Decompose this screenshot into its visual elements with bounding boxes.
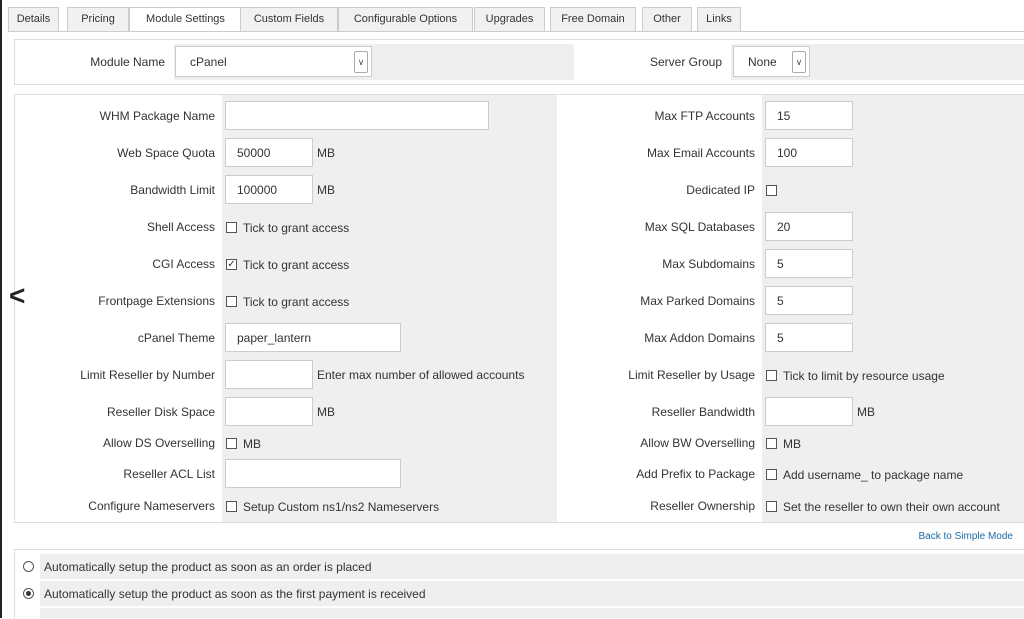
dedicated-ip-label: Dedicated IP — [686, 183, 755, 197]
shell-access-label: Shell Access — [146, 220, 215, 234]
configure-nameservers-text: Setup Custom ns1/ns2 Nameservers — [243, 500, 440, 514]
cgi-access-label: CGI Access — [152, 257, 215, 271]
setup-option-row — [40, 608, 1024, 618]
reseller-bandwidth-input[interactable] — [765, 397, 853, 426]
frontpage-extensions-label: Frontpage Extensions — [98, 294, 215, 308]
allow-bw-overselling-text: MB — [783, 437, 801, 451]
chevron-down-icon: ∨ — [792, 51, 806, 73]
setup-on-payment-radio[interactable] — [23, 588, 34, 599]
module-name-select[interactable]: cPanel ∨ — [175, 46, 372, 77]
chevron-down-icon: ∨ — [354, 51, 368, 73]
shell-access-text: Tick to grant access — [243, 221, 350, 235]
setup-on-payment-label: Automatically setup the product as soon … — [44, 587, 426, 601]
reseller-disk-space-label: Reseller Disk Space — [106, 405, 215, 419]
allow-ds-overselling-label: Allow DS Overselling — [102, 436, 215, 450]
limit-reseller-usage-checkbox[interactable] — [766, 370, 777, 381]
tab-bar: Details Pricing Module Settings Custom F… — [8, 7, 1024, 32]
dedicated-ip-checkbox[interactable] — [766, 185, 777, 196]
max-parked-domains-label: Max Parked Domains — [640, 294, 755, 308]
reseller-bandwidth-unit: MB — [857, 405, 875, 419]
max-email-accounts-input[interactable] — [765, 138, 853, 167]
tab-configurable-options[interactable]: Configurable Options — [338, 7, 473, 31]
web-space-quota-unit: MB — [317, 146, 335, 160]
cgi-access-checkbox[interactable]: ✓ — [226, 259, 237, 270]
server-group-value: None — [748, 55, 777, 69]
reseller-ownership-label: Reseller Ownership — [650, 499, 755, 513]
frontpage-extensions-text: Tick to grant access — [243, 295, 350, 309]
web-space-quota-label: Web Space Quota — [117, 146, 215, 160]
configure-nameservers-checkbox[interactable] — [226, 501, 237, 512]
bandwidth-limit-unit: MB — [317, 183, 335, 197]
reseller-ownership-checkbox[interactable] — [766, 501, 777, 512]
window-edge — [0, 0, 2, 618]
module-name-value: cPanel — [190, 55, 227, 69]
back-to-simple-mode-link[interactable]: Back to Simple Mode — [919, 531, 1014, 542]
max-subdomains-label: Max Subdomains — [662, 257, 755, 271]
reseller-acl-list-input[interactable] — [225, 459, 401, 488]
max-parked-domains-input[interactable] — [765, 286, 853, 315]
radio-selected-dot — [26, 591, 31, 596]
whm-package-name-input[interactable] — [225, 101, 489, 130]
limit-reseller-usage-label: Limit Reseller by Usage — [628, 368, 755, 382]
tab-custom-fields[interactable]: Custom Fields — [240, 7, 338, 31]
max-subdomains-input[interactable] — [765, 249, 853, 278]
whm-package-name-label: WHM Package Name — [99, 109, 215, 123]
max-addon-domains-input[interactable] — [765, 323, 853, 352]
tab-other[interactable]: Other — [642, 7, 692, 31]
limit-reseller-number-label: Limit Reseller by Number — [80, 368, 215, 382]
max-sql-databases-input[interactable] — [765, 212, 853, 241]
limit-reseller-number-hint: Enter max number of allowed accounts — [317, 368, 525, 382]
shell-access-checkbox[interactable] — [226, 222, 237, 233]
cpanel-theme-label: cPanel Theme — [137, 331, 215, 345]
limit-reseller-number-input[interactable] — [225, 360, 313, 389]
setup-on-order-label: Automatically setup the product as soon … — [44, 560, 372, 574]
max-sql-databases-label: Max SQL Databases — [644, 220, 755, 234]
frontpage-extensions-checkbox[interactable] — [226, 296, 237, 307]
tab-details[interactable]: Details — [8, 7, 59, 31]
reseller-acl-list-label: Reseller ACL List — [123, 467, 215, 481]
web-space-quota-input[interactable] — [225, 138, 313, 167]
max-addon-domains-label: Max Addon Domains — [644, 331, 755, 345]
setup-on-order-radio[interactable] — [23, 561, 34, 572]
bandwidth-limit-input[interactable] — [225, 175, 313, 204]
max-ftp-accounts-label: Max FTP Accounts — [654, 109, 755, 123]
tab-module-settings[interactable]: Module Settings — [129, 7, 242, 32]
module-name-label: Module Name — [90, 55, 165, 69]
add-prefix-text: Add username_ to package name — [783, 468, 964, 482]
configure-nameservers-label: Configure Nameservers — [88, 499, 215, 513]
bandwidth-limit-label: Bandwidth Limit — [130, 183, 215, 197]
reseller-bandwidth-label: Reseller Bandwidth — [651, 405, 755, 419]
tab-links[interactable]: Links — [697, 7, 741, 31]
reseller-disk-space-input[interactable] — [225, 397, 313, 426]
cgi-access-text: Tick to grant access — [243, 258, 350, 272]
allow-bw-overselling-label: Allow BW Overselling — [640, 436, 755, 450]
reseller-disk-space-unit: MB — [317, 405, 335, 419]
allow-ds-overselling-text: MB — [243, 437, 261, 451]
add-prefix-checkbox[interactable] — [766, 469, 777, 480]
add-prefix-label: Add Prefix to Package — [636, 467, 755, 481]
server-group-select[interactable]: None ∨ — [733, 46, 810, 77]
tab-divider — [8, 31, 1024, 32]
server-group-label: Server Group — [649, 55, 722, 69]
max-email-accounts-label: Max Email Accounts — [646, 146, 755, 160]
cpanel-theme-input[interactable] — [225, 323, 401, 352]
tab-free-domain[interactable]: Free Domain — [550, 7, 636, 31]
allow-ds-overselling-checkbox[interactable] — [226, 438, 237, 449]
tab-upgrades[interactable]: Upgrades — [474, 7, 545, 31]
module-panel — [14, 39, 1024, 85]
max-ftp-accounts-input[interactable] — [765, 101, 853, 130]
limit-reseller-usage-text: Tick to limit by resource usage — [783, 369, 945, 383]
reseller-ownership-text: Set the reseller to own their own accoun… — [783, 500, 1000, 514]
tab-pricing[interactable]: Pricing — [67, 7, 129, 31]
allow-bw-overselling-checkbox[interactable] — [766, 438, 777, 449]
